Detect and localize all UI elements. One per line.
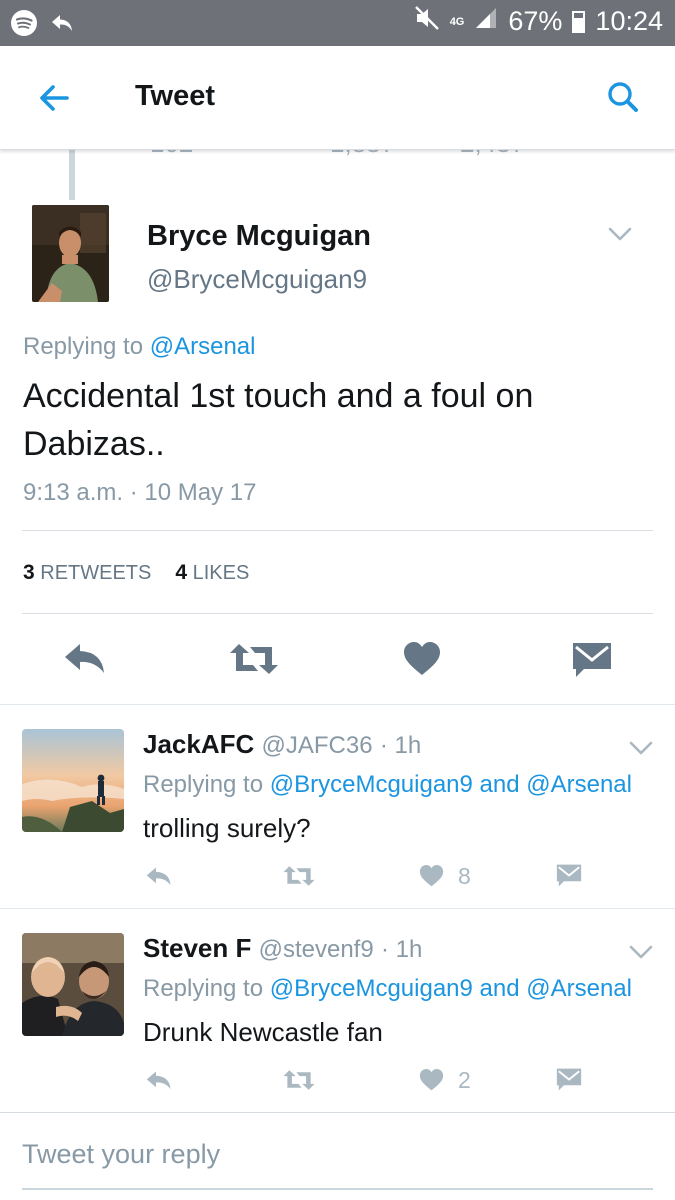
- battery-percent: 67%: [508, 6, 563, 36]
- reply-author-name: JackAFC: [143, 729, 255, 759]
- tweet-actions: [0, 630, 675, 690]
- reply-actions: 8: [0, 859, 675, 893]
- retweets-count: 3: [23, 561, 35, 584]
- spotify-icon: [10, 9, 38, 42]
- previous-likes-count: 2,437: [460, 150, 525, 159]
- author-handle[interactable]: @BryceMcguigan9: [147, 264, 367, 295]
- likes-label: LIKES: [192, 562, 250, 584]
- retweets-label: RETWEETS: [40, 562, 152, 584]
- direct-message-button[interactable]: [572, 642, 612, 683]
- likes-stat[interactable]: 4 LIKES: [175, 561, 249, 585]
- avatar[interactable]: [32, 205, 109, 302]
- tweet-stats: 3 RETWEETS 4 LIKES: [23, 561, 249, 585]
- retweet-button[interactable]: [282, 1069, 316, 1096]
- page-title: Tweet: [135, 80, 216, 112]
- thread-line: [69, 150, 75, 200]
- avatar[interactable]: [22, 933, 124, 1036]
- like-count: 2: [458, 1067, 471, 1093]
- reply-time: · 1h: [379, 732, 422, 759]
- like-button[interactable]: [419, 865, 444, 892]
- mention-link[interactable]: @Arsenal: [150, 333, 256, 360]
- envelope-icon: [556, 864, 582, 887]
- mention-link[interactable]: @BryceMcguigan9 and @Arsenal: [270, 771, 632, 798]
- retweets-stat[interactable]: 3 RETWEETS: [23, 561, 151, 585]
- like-button[interactable]: [403, 642, 441, 681]
- retweet-icon: [283, 1070, 315, 1090]
- replying-to: Replying to @Arsenal: [23, 333, 256, 361]
- reply-input[interactable]: [22, 1139, 652, 1170]
- chevron-down-icon: [629, 945, 653, 959]
- replying-to: Replying to @BryceMcguigan9 and @Arsenal: [143, 771, 632, 799]
- retweet-button[interactable]: [228, 642, 280, 681]
- signal-icon: [474, 6, 498, 37]
- heart-icon: [419, 1069, 444, 1091]
- reply-author-handle: @stevenf9: [258, 936, 374, 963]
- tweet-menu-button[interactable]: [608, 227, 632, 241]
- reply-button[interactable]: [145, 1069, 173, 1096]
- direct-message-button[interactable]: [556, 864, 582, 892]
- reply-button[interactable]: [145, 865, 173, 892]
- reply-icon: [65, 644, 104, 673]
- reply-button[interactable]: [62, 640, 108, 681]
- mute-icon: [414, 5, 440, 38]
- chevron-down-icon: [608, 227, 632, 241]
- status-bar: 4G 67% 10:24: [0, 0, 675, 46]
- avatar[interactable]: [22, 729, 124, 832]
- reply-author-name: Steven F: [143, 933, 252, 963]
- divider: [22, 613, 653, 614]
- reply-text: trolling surely?: [143, 813, 311, 843]
- reply-author-handle: @JAFC36: [261, 732, 373, 759]
- reply-icon: [146, 867, 171, 886]
- app-bar: Tweet: [0, 46, 675, 150]
- search-icon: [608, 82, 638, 112]
- divider: [22, 530, 653, 531]
- direct-message-button[interactable]: [556, 1068, 582, 1096]
- reply-actions: 2: [0, 1063, 675, 1097]
- reply-author[interactable]: Steven F @stevenf9 · 1h: [143, 933, 422, 964]
- mention-link[interactable]: @BryceMcguigan9 and @Arsenal: [270, 975, 632, 1002]
- likes-count: 4: [175, 561, 188, 584]
- reply-menu-button[interactable]: [629, 741, 653, 755]
- tweet-text: Accidental 1st touch and a foul on Dabiz…: [23, 377, 534, 463]
- chevron-down-icon: [629, 741, 653, 755]
- previous-replies-count: 102: [150, 150, 193, 159]
- retweet-icon: [230, 644, 278, 674]
- replying-prefix: Replying to: [143, 975, 264, 1002]
- retweet-button[interactable]: [282, 865, 316, 892]
- reply-text: Drunk Newcastle fan: [143, 1017, 383, 1047]
- replying-prefix: Replying to: [23, 333, 144, 360]
- input-underline: [22, 1188, 653, 1190]
- reply-author[interactable]: JackAFC @JAFC36 · 1h: [143, 729, 421, 760]
- network-type: 4G: [449, 15, 465, 28]
- back-arrow-icon: [40, 85, 69, 111]
- author-name[interactable]: Bryce Mcguigan: [147, 220, 371, 253]
- reply-time: · 1h: [380, 936, 423, 963]
- replying-prefix: Replying to: [143, 771, 264, 798]
- search-button[interactable]: [605, 79, 641, 115]
- reply-compose: [0, 1112, 675, 1200]
- reply-icon: [146, 1071, 171, 1090]
- back-button[interactable]: [36, 80, 72, 116]
- envelope-icon: [573, 643, 611, 677]
- like-button[interactable]: [419, 1069, 444, 1096]
- heart-icon: [404, 642, 440, 675]
- like-count: 8: [458, 863, 471, 889]
- reply-menu-button[interactable]: [629, 945, 653, 959]
- tweet-timestamp: 9:13 a.m. · 10 May 17: [23, 479, 257, 506]
- previous-tweet-actions: 102 1,887 2,437: [0, 150, 675, 162]
- heart-icon: [419, 865, 444, 887]
- share-icon: [50, 12, 74, 39]
- reply-tweet[interactable]: JackAFC @JAFC36 · 1h Replying to @BryceM…: [0, 704, 675, 908]
- envelope-icon: [556, 1068, 582, 1091]
- reply-tweet[interactable]: Steven F @stevenf9 · 1h Replying to @Bry…: [0, 908, 675, 1112]
- clock: 10:24: [595, 6, 663, 36]
- previous-retweets-count: 1,887: [330, 150, 395, 159]
- battery-icon: [572, 10, 586, 33]
- replying-to: Replying to @BryceMcguigan9 and @Arsenal: [143, 975, 632, 1003]
- retweet-icon: [283, 866, 315, 886]
